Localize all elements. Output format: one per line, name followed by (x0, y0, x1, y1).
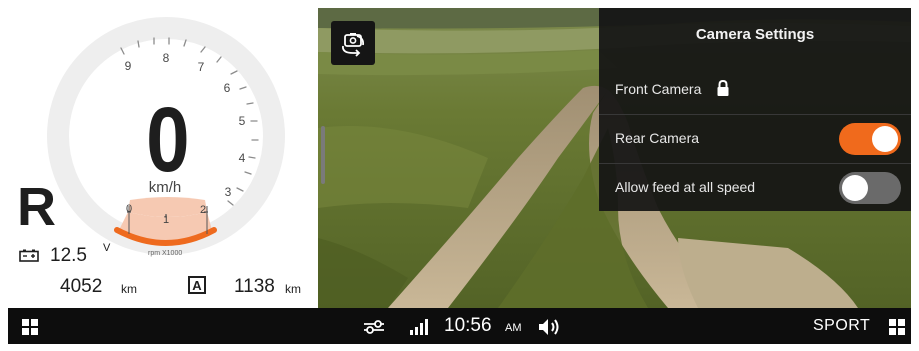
tune-icon[interactable] (363, 319, 385, 335)
camera-switch-button[interactable] (331, 21, 375, 65)
speed-unit: km/h (148, 179, 182, 196)
rpm-scale-label: 1 (162, 214, 170, 226)
settings-title: Camera Settings (695, 26, 815, 43)
grid-icon[interactable] (889, 319, 905, 335)
rear-camera-row: Rear Camera (599, 114, 911, 163)
rpm-scale-label: 2 (199, 204, 207, 216)
toggle-knob (842, 175, 868, 201)
battery-voltage-unit: V (103, 242, 111, 254)
infotainment-screen: 9 8 7 6 5 4 3 0 km/h 0 1 2 rpm X1000 R 1… (8, 8, 911, 344)
gear-indicator: R (17, 177, 56, 237)
grid-icon[interactable] (22, 319, 38, 335)
dial-number: 4 (238, 151, 246, 165)
drive-mode-label[interactable]: SPORT (813, 317, 870, 335)
dial-number: 5 (238, 114, 246, 128)
dial-number: 9 (124, 59, 132, 73)
allow-feed-label: Allow feed at all speed (615, 179, 756, 195)
trip-value: 1138 (234, 276, 275, 297)
dial-number: 8 (162, 51, 170, 65)
clock-time: 10:56 (444, 315, 492, 336)
lock-icon (717, 79, 729, 96)
odometer-value: 4052 (60, 276, 103, 297)
bottom-status-bar: 10:56 AM SPORT (8, 308, 911, 344)
dial-number: 6 (223, 81, 231, 95)
rpm-scale-label: 0 (125, 203, 133, 215)
battery-icon (19, 249, 39, 262)
panel-resize-handle[interactable] (321, 126, 325, 184)
rpm-unit-note: rpm X1000 (148, 250, 183, 257)
toggle-knob (872, 126, 898, 152)
instrument-cluster: 9 8 7 6 5 4 3 0 km/h 0 1 2 rpm X1000 R 1… (8, 8, 318, 308)
speed-readout: 0 (146, 89, 189, 191)
clock-ampm: AM (505, 322, 522, 334)
allow-feed-toggle[interactable] (839, 172, 901, 204)
rear-camera-toggle[interactable] (839, 123, 901, 155)
front-camera-row[interactable]: Front Camera (599, 66, 911, 114)
signal-icon (410, 319, 428, 335)
trip-a-badge: A (188, 276, 206, 294)
rear-camera-label: Rear Camera (615, 130, 700, 146)
allow-feed-row: Allow feed at all speed (599, 163, 911, 212)
dial-number: 7 (197, 60, 205, 74)
camera-settings-panel: Camera Settings Front Camera Rear Camera… (599, 8, 911, 211)
trip-unit: km (285, 282, 301, 296)
front-camera-label: Front Camera (615, 81, 702, 97)
volume-icon[interactable] (538, 317, 562, 337)
battery-voltage: 12.5 (50, 245, 87, 266)
odometer-unit: km (121, 282, 137, 296)
camera-rotate-icon (342, 33, 365, 57)
dial-number: 3 (224, 185, 232, 199)
